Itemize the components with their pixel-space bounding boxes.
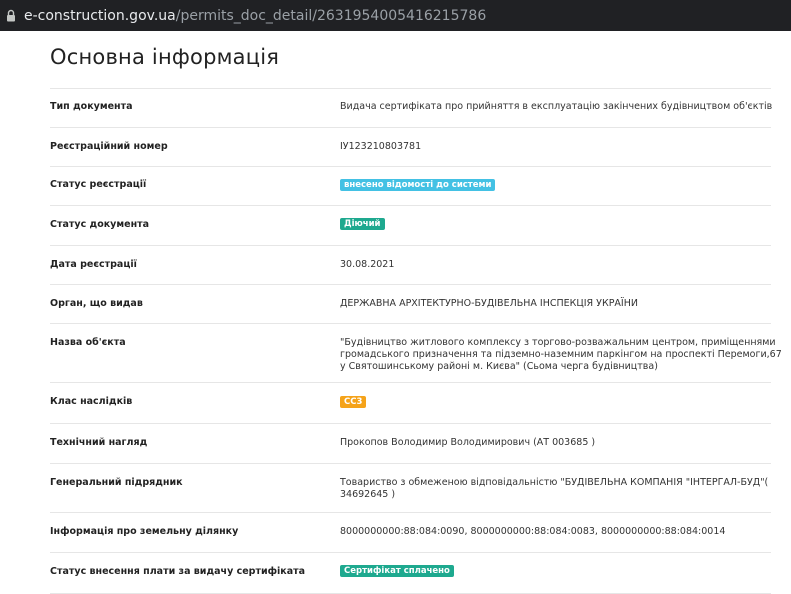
row-reg-status: Статус реєстрації внесено відомості до с…: [50, 167, 771, 206]
row-fee-status: Статус внесення плати за видачу сертифік…: [50, 553, 771, 594]
row-reg-date: Дата реєстрації 30.08.2021: [50, 246, 771, 285]
general-contractor-line: 34692645 ): [340, 489, 396, 500]
land-plot-value: 8000000000:88:084:0090, 8000000000:88:08…: [340, 526, 726, 537]
url-host: e-construction.gov.ua: [24, 7, 176, 24]
consequence-class-badge: СС3: [340, 396, 367, 408]
fee-status-label: Статус внесення плати за видачу сертифік…: [50, 566, 306, 577]
tech-supervision-label: Технічний нагляд: [50, 437, 148, 448]
fee-status-badge: Сертифікат сплачено: [340, 565, 454, 577]
reg-number-value: ІУ123210803781: [340, 141, 422, 152]
address-bar[interactable]: e-construction.gov.ua/permits_doc_detail…: [0, 0, 791, 31]
reg-date-value: 30.08.2021: [340, 259, 395, 270]
doc-status-label: Статус документа: [50, 219, 150, 230]
consequence-class-label: Клас наслідків: [50, 396, 133, 407]
general-contractor-line: Товариство з обмеженою відповідальністю …: [340, 477, 769, 488]
row-general-contractor: Генеральний підрядник Товариство з обмеж…: [50, 464, 771, 513]
reg-date-label: Дата реєстрації: [50, 259, 137, 270]
reg-number-label: Реєстраційний номер: [50, 141, 168, 152]
general-contractor-label: Генеральний підрядник: [50, 477, 183, 488]
doc-type-label: Тип документа: [50, 101, 133, 112]
general-contractor-value: Товариство з обмеженою відповідальністю …: [340, 477, 768, 501]
land-plot-label: Інформація про земельну ділянку: [50, 526, 239, 537]
url-path: /permits_doc_detail/2631954005416215786: [175, 7, 487, 24]
doc-type-value: Видача сертифіката про прийняття в експл…: [340, 101, 773, 112]
object-name-value: "Будівництво житлового комплексу з торго…: [340, 337, 782, 373]
object-name-line: у Святошинському районі м. Києва" (Сьома…: [340, 361, 658, 372]
object-name-line: "Будівництво житлового комплексу з торго…: [340, 337, 776, 348]
row-object-name: Назва об'єкта "Будівництво житлового ком…: [50, 324, 782, 383]
object-name-label: Назва об'єкта: [50, 337, 126, 348]
doc-status-badge: Діючий: [340, 218, 385, 230]
row-reg-number: Реєстраційний номер ІУ123210803781: [50, 128, 771, 167]
issuer-value: ДЕРЖАВНА АРХІТЕКТУРНО-БУДІВЕЛЬНА ІНСПЕКЦ…: [340, 298, 638, 309]
row-issuer: Орган, що видав ДЕРЖАВНА АРХІТЕКТУРНО-БУ…: [50, 285, 771, 324]
lock-icon[interactable]: [2, 7, 20, 25]
row-doc-status: Статус документа Діючий: [50, 206, 771, 246]
tech-supervision-value: Прокопов Володимир Володимирович (АТ 003…: [340, 437, 596, 448]
page-title: Основна інформація: [50, 45, 280, 69]
issuer-label: Орган, що видав: [50, 298, 143, 309]
row-doc-type: Тип документа Видача сертифіката про при…: [50, 89, 773, 128]
reg-status-badge: внесено відомості до системи: [340, 179, 496, 191]
info-table: Тип документа Видача сертифіката про при…: [50, 88, 782, 594]
row-consequence-class: Клас наслідків СС3: [50, 383, 771, 424]
object-name-line: громадського призначення та підземно-наз…: [340, 349, 782, 360]
row-land-plot: Інформація про земельну ділянку 80000000…: [50, 513, 771, 553]
reg-status-label: Статус реєстрації: [50, 179, 147, 190]
row-tech-supervision: Технічний нагляд Прокопов Володимир Воло…: [50, 424, 771, 464]
